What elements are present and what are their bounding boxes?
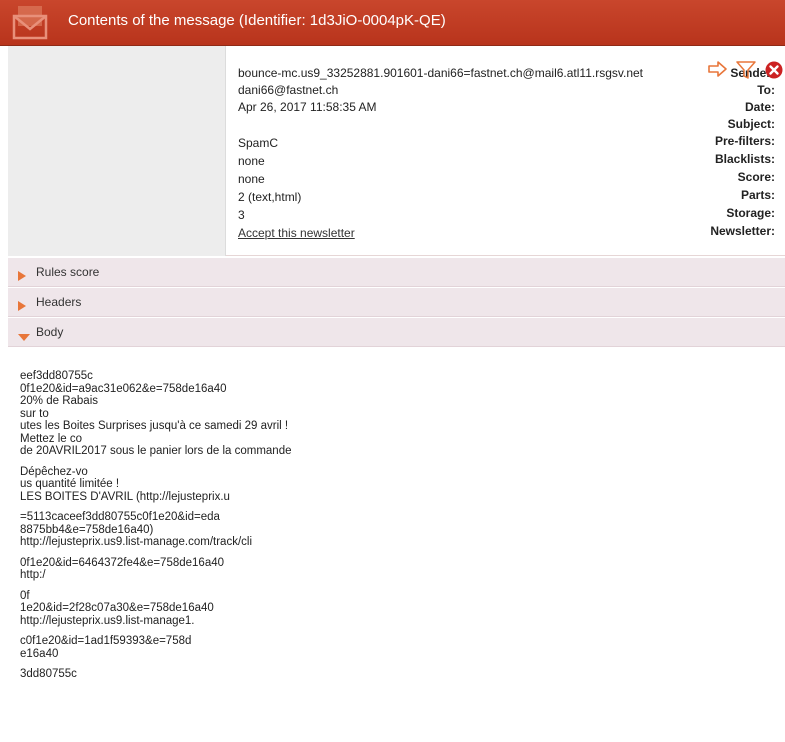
body-line: 1e20&id=2f28c07a30&e=758de16a40 <box>20 602 214 614</box>
subject-label: Subject: <box>727 117 775 131</box>
score-value: none <box>238 172 265 186</box>
title-bar: Contents of the message (Identifier: 1d3… <box>0 0 785 46</box>
body-line: http:/ <box>20 569 46 581</box>
rules-score-label: Rules score <box>36 265 100 279</box>
headers-label: Headers <box>36 295 82 309</box>
body-line: Dépêchez-vo <box>20 465 88 478</box>
body-line: 0f <box>20 589 30 602</box>
body-line: Mettez le co <box>20 432 82 445</box>
body-line: http://lejusteprix.us9.list-manage.com/t… <box>20 536 253 548</box>
storage-label: Storage: <box>726 206 775 220</box>
body-line: de 20AVRIL2017 sous le panier lors de la… <box>20 445 292 457</box>
labels-column <box>8 46 226 256</box>
body-line: 8875bb4&e=758de16a40) <box>20 523 154 536</box>
filter-icon[interactable] <box>736 60 756 85</box>
to-label: To: <box>757 83 775 97</box>
message-details: Sender: bounce-mc.us9_33252881.901601-da… <box>8 46 785 256</box>
body-line: utes les Boites Surprises jusqu'à ce sam… <box>20 420 289 432</box>
body-label: Body <box>36 325 64 339</box>
blacklists-value: none <box>238 154 265 168</box>
body-section[interactable]: Body <box>8 318 785 347</box>
to-value: dani66@fastnet.ch <box>238 83 339 97</box>
body-line: eef3dd80755c <box>20 370 93 382</box>
body-line: 0f1e20&id=6464372fe4&e=758de16a40 <box>20 556 225 569</box>
body-line: e16a40 <box>20 647 59 660</box>
parts-value: 2 (text,html) <box>238 190 302 204</box>
body-line: 0f1e20&id=a9ac31e062&e=758de16a40 <box>20 382 227 395</box>
pre-filters-label: Pre-filters: <box>714 134 775 148</box>
body-line: http://lejusteprix.us9.list-manage1. <box>20 614 195 627</box>
body-line: us quantité limitée ! <box>20 478 120 490</box>
chevron-right-icon <box>18 298 26 316</box>
chevron-right-icon <box>18 268 26 286</box>
headers-section[interactable]: Headers <box>8 288 785 317</box>
body-line: 20% de Rabais <box>20 395 98 407</box>
pre-filters-value: SpamC <box>238 136 279 150</box>
chevron-down-icon <box>18 329 30 347</box>
body-line: =5113caceef3dd80755c0f1e20&id=eda <box>20 511 220 523</box>
date-value: Apr 26, 2017 11:58:35 AM <box>238 100 377 114</box>
blacklists-label: Blacklists: <box>714 152 775 166</box>
rules-score-section[interactable]: Rules score <box>8 258 785 287</box>
close-circle-icon[interactable] <box>764 60 784 85</box>
body-line: LES BOITES D'AVRIL (http://lejusteprix.u <box>20 490 230 503</box>
parts-label: Parts: <box>740 188 775 202</box>
sender-value: bounce-mc.us9_33252881.901601-dani66=fas… <box>238 66 644 80</box>
score-label: Score: <box>737 170 775 184</box>
body-line: c0f1e20&id=1ad1f59393&e=758d <box>20 635 192 647</box>
message-body: eef3dd80755c 0f1e20&id=a9ac31e062&e=758d… <box>20 370 760 681</box>
accept-newsletter-link[interactable]: Accept this newsletter <box>238 226 355 241</box>
forward-arrow-icon[interactable] <box>708 60 728 83</box>
storage-value: 3 <box>238 208 245 222</box>
body-line: sur to <box>20 407 49 420</box>
body-line: 3dd80755c <box>20 668 77 680</box>
page-title: Contents of the message (Identifier: 1d3… <box>68 12 446 29</box>
date-label: Date: <box>744 100 775 114</box>
envelope-icon <box>8 2 52 40</box>
newsletter-label: Newsletter: <box>710 224 775 238</box>
